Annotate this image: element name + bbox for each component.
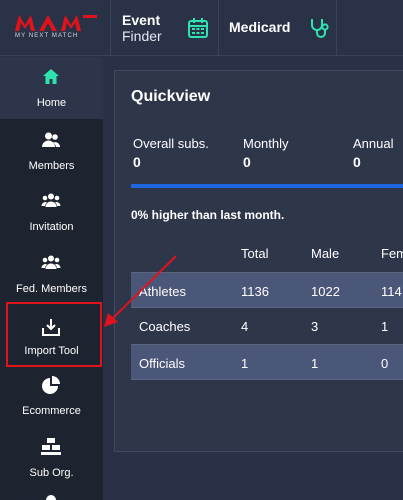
pie-chart-icon	[42, 376, 60, 394]
stat-label-overall: Overall subs.	[133, 136, 209, 151]
growth-note: 0% higher than last month.	[131, 208, 285, 222]
table-cell-female: 1	[381, 319, 389, 334]
sidebar-item-invitation[interactable]: Invitation	[0, 181, 103, 243]
table-cell-female: 0	[381, 356, 389, 371]
import-tool-highlight	[6, 302, 102, 367]
table-header-male: Male	[311, 246, 340, 261]
stat-value-overall: 0	[133, 154, 141, 170]
sidebar-item-label: Home	[36, 97, 67, 109]
members-icon	[42, 132, 60, 147]
sidebar-item-home[interactable]: Home	[0, 57, 103, 119]
page-title: Quickview	[131, 88, 211, 105]
event-finder-subtitle: Finder	[122, 28, 162, 44]
table-row: Coaches 4 3 1	[131, 308, 403, 344]
sidebar-item-sub-org[interactable]: Sub Org.	[0, 431, 103, 493]
event-finder-link[interactable]: Event Finder	[111, 0, 219, 56]
sidebar-item-label: Ecommerce	[22, 405, 81, 417]
table-cell-total: 1136	[241, 284, 269, 299]
table-row: Athletes 1136 1022 114	[131, 272, 403, 308]
sidebar-item-label: Sub Org.	[29, 467, 74, 479]
medicard-title: Medicard	[229, 19, 291, 35]
table-cell-total: 1	[241, 356, 249, 371]
table-cell-category: Officials	[139, 356, 185, 371]
table-cell-male: 3	[311, 319, 319, 334]
sidebar-item-fed-members[interactable]: Fed. Members	[0, 243, 103, 305]
subscription-progress	[131, 184, 403, 188]
sidebar-item-label: Invitation	[29, 221, 74, 233]
sidebar: Home Members Invitation Fed. Members Imp…	[0, 57, 103, 500]
table-cell-male: 1	[311, 356, 319, 371]
table-cell-total: 4	[241, 319, 249, 334]
table-header-total: Total	[241, 246, 269, 261]
sidebar-item-more[interactable]	[46, 495, 56, 500]
calendar-icon	[188, 18, 208, 38]
table-cell-male: 1022	[311, 284, 340, 299]
brand-logo[interactable]: MY NEXT MATCH	[0, 0, 111, 56]
logo-mark	[15, 15, 97, 31]
table-row: Officials 1 1 0	[131, 344, 403, 380]
stat-value-annual: 0	[353, 154, 361, 170]
brand-tagline: MY NEXT MATCH	[15, 33, 79, 39]
fed-members-icon	[41, 255, 61, 269]
stethoscope-icon	[311, 19, 329, 38]
sidebar-item-members[interactable]: Members	[0, 119, 103, 181]
home-icon	[43, 69, 59, 84]
table-cell-female: 114	[381, 284, 402, 299]
subscription-progress-fill	[131, 184, 403, 188]
stat-value-monthly: 0	[243, 154, 251, 170]
sub-org-icon	[41, 438, 61, 455]
table-header-female: Fem	[381, 246, 403, 261]
table-cell-category: Athletes	[139, 284, 186, 299]
top-bar: MY NEXT MATCH Event Finder Medicard	[0, 0, 403, 56]
sidebar-item-ecommerce[interactable]: Ecommerce	[0, 369, 103, 431]
sidebar-item-label: Fed. Members	[16, 283, 87, 295]
stat-label-annual: Annual	[353, 136, 394, 151]
stat-label-monthly: Monthly	[243, 136, 289, 151]
quickview-card: Quickview Overall subs. 0 Monthly 0 Annu…	[114, 70, 403, 452]
event-finder-title: Event	[122, 12, 161, 28]
table-cell-category: Coaches	[139, 319, 191, 334]
sidebar-item-label: Members	[28, 160, 75, 172]
medicard-link[interactable]: Medicard	[219, 0, 337, 56]
invitation-icon	[41, 193, 61, 207]
